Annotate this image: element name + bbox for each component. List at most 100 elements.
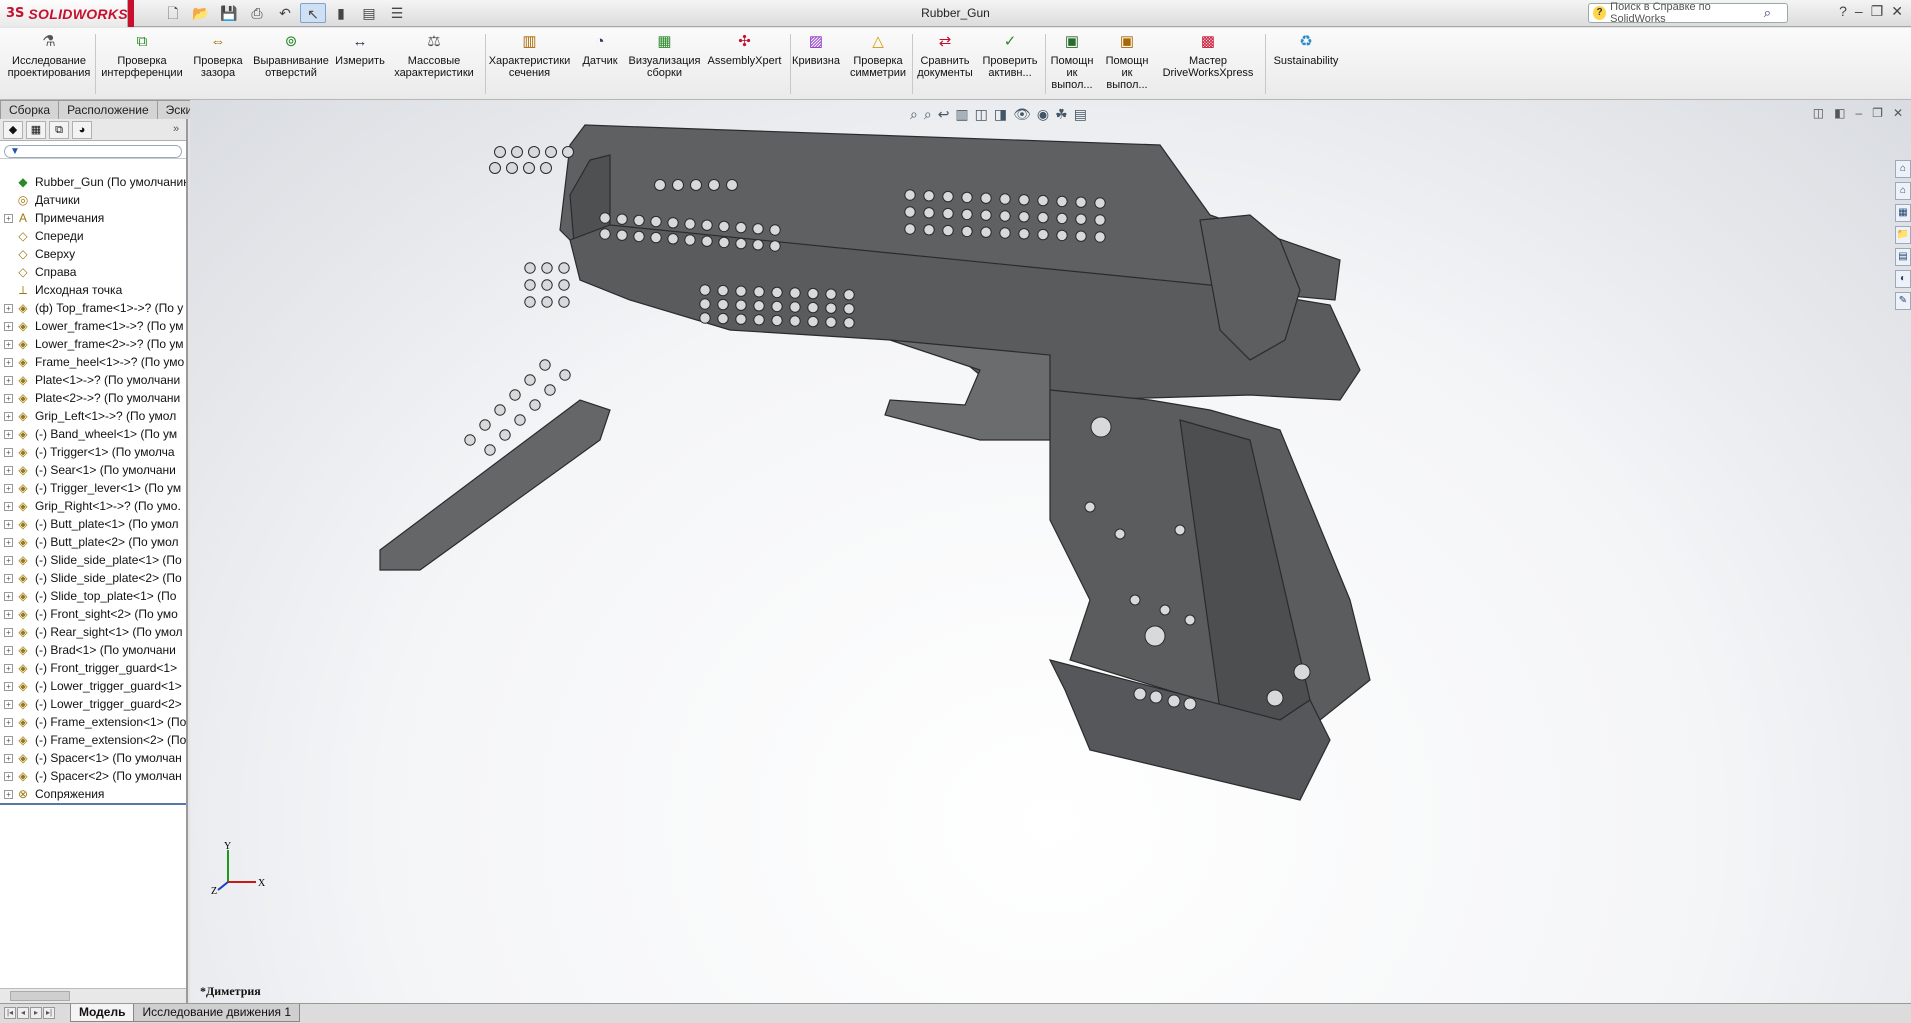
design-library-icon[interactable]: ▦ xyxy=(1895,204,1911,222)
expand-icon[interactable]: + xyxy=(4,681,13,691)
expand-icon[interactable]: + xyxy=(4,717,13,727)
filter-icon[interactable]: ▼ xyxy=(4,145,182,158)
expand-icon[interactable]: + xyxy=(4,393,13,403)
tree-item[interactable]: + ◈ Grip_Left<1>->? (По умол xyxy=(0,407,186,425)
print-icon[interactable]: ⎙ xyxy=(244,3,270,23)
expand-icon[interactable]: + xyxy=(4,645,13,655)
home-icon[interactable]: ⌂ xyxy=(1895,182,1911,200)
section-view-icon[interactable]: ▥ xyxy=(955,106,968,123)
hide-show-icon[interactable]: 👁 xyxy=(1013,106,1031,123)
tree-item[interactable]: + ◈ (-) Lower_trigger_guard<1> xyxy=(0,677,186,695)
tree-item[interactable]: + ◈ (ф) Top_frame<1>->? (По у xyxy=(0,299,186,317)
scene-icon[interactable]: ☘ xyxy=(1055,106,1068,123)
help-search-input[interactable]: ? Поиск в Справке по SolidWorks ⌕ xyxy=(1588,1,1788,25)
expand-icon[interactable]: + xyxy=(4,555,13,565)
doc-minimize-icon[interactable]: – xyxy=(1855,106,1862,120)
bottom-tab-0[interactable]: Модель xyxy=(70,1004,135,1022)
tree-item[interactable]: + ◈ (-) Spacer<2> (По умолчан xyxy=(0,767,186,785)
tree-item[interactable]: + ◈ (-) Slide_top_plate<1> (По xyxy=(0,587,186,605)
tree-filter[interactable]: ▼ xyxy=(0,141,186,159)
ribbon-button-mass-properties[interactable]: ⚖ Массовые характеристики xyxy=(390,32,478,79)
tree-item[interactable]: + ◈ (-) Spacer<1> (По умолчан xyxy=(0,749,186,767)
graphics-area[interactable]: ⌕ ⌕ ↩ ▥ ◫ ◨ 👁 ◉ ☘ ▤ ◫ ◧ – ❐ ✕ ⌂ ⌂ ▦ 📁 ▤ … xyxy=(190,100,1911,1003)
solidworks-logo[interactable]: 3S SOLIDWORKS xyxy=(0,0,128,27)
previous-view-icon[interactable]: ↩ xyxy=(938,106,950,123)
display-style-icon[interactable]: ◨ xyxy=(994,106,1007,123)
split-vertical-icon[interactable]: ◧ xyxy=(1834,106,1845,120)
rebuild-icon[interactable]: ▮ xyxy=(328,3,354,23)
first-tab-icon[interactable]: |◂ xyxy=(4,1007,16,1019)
property-manager-tab-icon[interactable]: ▦ xyxy=(26,120,46,139)
options-icon[interactable]: ☰ xyxy=(384,3,410,23)
tree-item[interactable]: + ◈ (-) Rear_sight<1> (По умол xyxy=(0,623,186,641)
appearances-icon[interactable]: ◐ xyxy=(1895,270,1911,288)
tree-item[interactable]: + ◈ (-) Trigger_lever<1> (По ум xyxy=(0,479,186,497)
custom-properties-icon[interactable]: ✎ xyxy=(1895,292,1911,310)
appearance-icon[interactable]: ◉ xyxy=(1037,106,1049,123)
minimize-icon[interactable]: – xyxy=(1855,3,1863,20)
tree-item[interactable]: + ◈ (-) Lower_trigger_guard<2> xyxy=(0,695,186,713)
tree-item[interactable]: + ◈ (-) Butt_plate<2> (По умол xyxy=(0,533,186,551)
expand-icon[interactable]: + xyxy=(4,699,13,709)
close-icon[interactable]: ✕ xyxy=(1891,3,1903,20)
help-icon[interactable]: ? xyxy=(1839,3,1847,20)
expand-icon[interactable]: + xyxy=(4,771,13,781)
tree-item[interactable]: + ◈ Grip_Right<1>->? (По умо. xyxy=(0,497,186,515)
ribbon-button-assistant2[interactable]: ▣ Помощн ик выпол... xyxy=(1105,32,1149,91)
ribbon-button-measure[interactable]: ↔ Измерить xyxy=(335,32,385,67)
ribbon-button-assistant[interactable]: ▣ Помощн ик выпол... xyxy=(1050,32,1094,91)
view-palette-icon[interactable]: ▤ xyxy=(1895,248,1911,266)
expand-icon[interactable]: + xyxy=(4,591,13,601)
ribbon-button-clearance[interactable]: ⇔ Проверка зазора xyxy=(190,32,246,79)
tree-item[interactable]: + ◈ (-) Slide_side_plate<2> (По xyxy=(0,569,186,587)
expand-icon[interactable]: + xyxy=(4,465,13,475)
expand-icon[interactable]: + xyxy=(4,519,13,529)
ribbon-button-compare-documents[interactable]: ⇄ Сравнить документы xyxy=(915,32,975,79)
menu-arrow-icon[interactable] xyxy=(128,0,134,27)
expand-icon[interactable]: + xyxy=(4,447,13,457)
ribbon-button-check-active[interactable]: ✓ Проверить активн... xyxy=(982,32,1038,79)
open-icon[interactable]: 📂 xyxy=(188,3,214,23)
tree-item[interactable]: + ◈ (-) Brad<1> (По умолчани xyxy=(0,641,186,659)
expand-icon[interactable]: + xyxy=(4,411,13,421)
tree-item[interactable]: + ◈ Plate<2>->? (По умолчани xyxy=(0,389,186,407)
tab-1[interactable]: Расположение xyxy=(58,100,158,119)
display-manager-tab-icon[interactable]: ◕ xyxy=(72,120,92,139)
expand-icon[interactable]: + xyxy=(4,735,13,745)
expand-icon[interactable]: + xyxy=(4,357,13,367)
expand-icon[interactable]: + xyxy=(4,573,13,583)
tree-item[interactable]: + ◈ Frame_heel<1>->? (По умо xyxy=(0,353,186,371)
ribbon-button-design-study[interactable]: ⚗ Исследование проектирования xyxy=(5,32,93,79)
tree-item[interactable]: ⟂ Исходная точка xyxy=(0,281,186,299)
new-document-icon[interactable]: 🗋 xyxy=(160,3,186,23)
view-orientation-icon[interactable]: ◫ xyxy=(975,106,988,123)
stock-part[interactable] xyxy=(379,399,611,571)
expand-icon[interactable]: + xyxy=(4,627,13,637)
ribbon-button-driveworks[interactable]: ▩ Мастер DriveWorksXpress xyxy=(1163,32,1254,79)
expand-icon[interactable]: + xyxy=(4,537,13,547)
tree-item[interactable]: + ◈ (-) Frame_extension<2> (По xyxy=(0,731,186,749)
select-icon[interactable]: ↖ xyxy=(300,3,326,23)
ribbon-button-section-properties[interactable]: ▥ Характеристики сечения xyxy=(487,32,572,79)
zoom-to-fit-icon[interactable]: ⌕ xyxy=(910,106,918,123)
expand-icon[interactable]: + xyxy=(4,303,13,313)
next-tab-icon[interactable]: ▸ xyxy=(30,1007,42,1019)
ribbon-button-curvature[interactable]: ▨ Кривизна xyxy=(790,32,842,67)
tree-item[interactable]: + ◈ (-) Frame_extension<1> (По xyxy=(0,713,186,731)
expand-icon[interactable]: + xyxy=(4,213,13,223)
tree-item[interactable]: + ⊗ Сопряжения xyxy=(0,785,186,803)
scroll-thumb[interactable] xyxy=(10,991,70,1001)
tree-item[interactable]: + ◈ (-) Butt_plate<1> (По умол xyxy=(0,515,186,533)
tree-item[interactable]: + ◈ Lower_frame<2>->? (По ум xyxy=(0,335,186,353)
expand-icon[interactable]: + xyxy=(4,753,13,763)
prev-tab-icon[interactable]: ◂ xyxy=(17,1007,29,1019)
rubber-gun-model[interactable] xyxy=(190,100,1911,1003)
ribbon-button-interference[interactable]: ⧉ Проверка интерференции xyxy=(100,32,184,79)
horizontal-scrollbar[interactable] xyxy=(0,988,186,1003)
expand-icon[interactable]: + xyxy=(4,339,13,349)
tree-item[interactable]: ◇ Спереди xyxy=(0,227,186,245)
save-icon[interactable]: 💾 xyxy=(216,3,242,23)
restore-icon[interactable]: ❐ xyxy=(1871,3,1884,20)
rollback-bar[interactable] xyxy=(0,803,186,805)
tree-item[interactable]: + ◈ (-) Front_sight<2> (По умо xyxy=(0,605,186,623)
